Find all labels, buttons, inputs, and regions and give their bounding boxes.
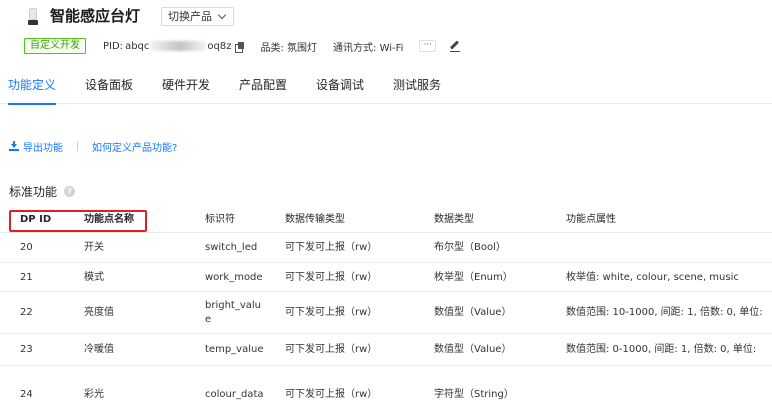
cell-data-type: 布尔型（Bool） xyxy=(434,242,506,253)
col-transfer-type: 数据传输类型 xyxy=(285,214,345,225)
tab-hardware-dev[interactable]: 硬件开发 xyxy=(162,66,210,104)
cell-dp-id: 23 xyxy=(20,344,33,355)
standard-functions-heading: 标准功能 ? xyxy=(9,183,76,200)
product-category: 品类: 氛围灯 xyxy=(260,42,318,54)
pid-label: PID: xyxy=(103,40,124,52)
table-row[interactable]: 20 开关 switch_led 可下发可上报（rw） 布尔型（Bool） xyxy=(0,233,772,263)
more-button[interactable]: ··· xyxy=(419,40,437,52)
product-protocol: 通讯方式: Wi-Fi xyxy=(333,42,404,54)
cell-identifier: colour_data xyxy=(205,389,264,400)
copy-icon[interactable] xyxy=(235,41,245,53)
switch-product-dropdown[interactable]: 切换产品 xyxy=(161,7,234,26)
chevron-down-icon xyxy=(217,10,227,20)
cell-data-type: 数值型（Value） xyxy=(434,344,512,355)
product-title: 智能感应台灯 xyxy=(50,7,141,25)
cell-function-name: 模式 xyxy=(84,272,104,283)
switch-product-label: 切换产品 xyxy=(168,10,212,23)
custom-dev-badge: 自定义开发 xyxy=(24,38,86,54)
download-icon[interactable] xyxy=(9,141,19,151)
cell-transfer-type: 可下发可上报（rw） xyxy=(285,272,378,283)
help-icon[interactable]: ? xyxy=(64,186,76,197)
col-attributes: 功能点属性 xyxy=(566,214,616,225)
cell-identifier: work_mode xyxy=(205,272,263,283)
cell-data-type: 字符型（String） xyxy=(434,389,514,400)
col-function-name: 功能点名称 xyxy=(84,214,134,225)
cell-function-name: 彩光 xyxy=(84,389,104,400)
pid-redacted-mask xyxy=(150,41,207,51)
pid-suffix: oq8z xyxy=(207,40,232,52)
cell-attributes: 枚举值: white, colour, scene, music xyxy=(566,272,739,283)
table-row[interactable]: 24 彩光 colour_data 可下发可上报（rw） 字符型（String） xyxy=(0,366,772,410)
tab-device-panel[interactable]: 设备面板 xyxy=(85,66,133,104)
cell-data-type: 数值型（Value） xyxy=(434,307,512,318)
col-identifier: 标识符 xyxy=(205,214,235,225)
edit-icon[interactable] xyxy=(449,40,461,52)
cell-dp-id: 21 xyxy=(20,272,33,283)
cell-dp-id: 20 xyxy=(20,242,33,253)
cell-transfer-type: 可下发可上报（rw） xyxy=(285,242,378,253)
cell-function-name: 冷暖值 xyxy=(84,344,114,355)
col-dp-id: DP ID xyxy=(20,214,52,225)
cell-transfer-type: 可下发可上报（rw） xyxy=(285,344,378,355)
table-row[interactable]: 21 模式 work_mode 可下发可上报（rw） 枚举型（Enum） 枚举值… xyxy=(0,263,772,292)
cell-attributes: 数值范围: 10-1000, 间距: 1, 倍数: 0, 单位: xyxy=(566,307,763,318)
table-header: DP ID 功能点名称 标识符 数据传输类型 数据类型 功能点属性 xyxy=(0,207,772,233)
divider xyxy=(77,141,78,151)
tab-test-service[interactable]: 测试服务 xyxy=(393,66,441,104)
how-to-define-link[interactable]: 如何定义产品功能? xyxy=(92,139,177,154)
cell-function-name: 开关 xyxy=(84,242,104,253)
tab-device-debug[interactable]: 设备调试 xyxy=(316,66,364,104)
col-data-type: 数据类型 xyxy=(434,214,474,225)
table-row[interactable]: 22 亮度值 bright_value 可下发可上报（rw） 数值型（Value… xyxy=(0,292,772,334)
cell-identifier: temp_value xyxy=(205,344,264,355)
cell-function-name: 亮度值 xyxy=(84,307,114,318)
cell-data-type: 枚举型（Enum） xyxy=(434,272,513,283)
pid-prefix: abqc xyxy=(125,40,150,52)
cell-attributes: 数值范围: 0-1000, 间距: 1, 倍数: 0, 单位: xyxy=(566,344,757,355)
tab-function-definition[interactable]: 功能定义 xyxy=(8,66,57,105)
function-actions: 导出功能 如何定义产品功能? xyxy=(9,139,177,154)
cell-identifier: bright_value xyxy=(205,300,262,325)
product-header: 智能感应台灯 切换产品 自定义开发 PID: abqc oq8z 品类: 氛围灯… xyxy=(0,0,772,64)
main-tabs: 功能定义 设备面板 硬件开发 产品配置 设备调试 测试服务 xyxy=(0,66,772,105)
cell-transfer-type: 可下发可上报（rw） xyxy=(285,389,378,400)
export-functions-link[interactable]: 导出功能 xyxy=(23,139,63,154)
product-meta: 自定义开发 PID: abqc oq8z 品类: 氛围灯 通讯方式: Wi-Fi… xyxy=(24,37,461,55)
cell-identifier: switch_led xyxy=(205,242,258,253)
desk-lamp-icon xyxy=(28,8,38,25)
cell-dp-id: 24 xyxy=(20,389,33,400)
standard-functions-table: DP ID 功能点名称 标识符 数据传输类型 数据类型 功能点属性 20 开关 … xyxy=(0,207,772,410)
cell-dp-id: 22 xyxy=(20,307,33,318)
cell-transfer-type: 可下发可上报（rw） xyxy=(285,307,378,318)
tab-product-config[interactable]: 产品配置 xyxy=(239,66,287,104)
table-row[interactable]: 23 冷暖值 temp_value 可下发可上报（rw） 数值型（Value） … xyxy=(0,334,772,366)
section-title: 标准功能 xyxy=(9,185,58,199)
